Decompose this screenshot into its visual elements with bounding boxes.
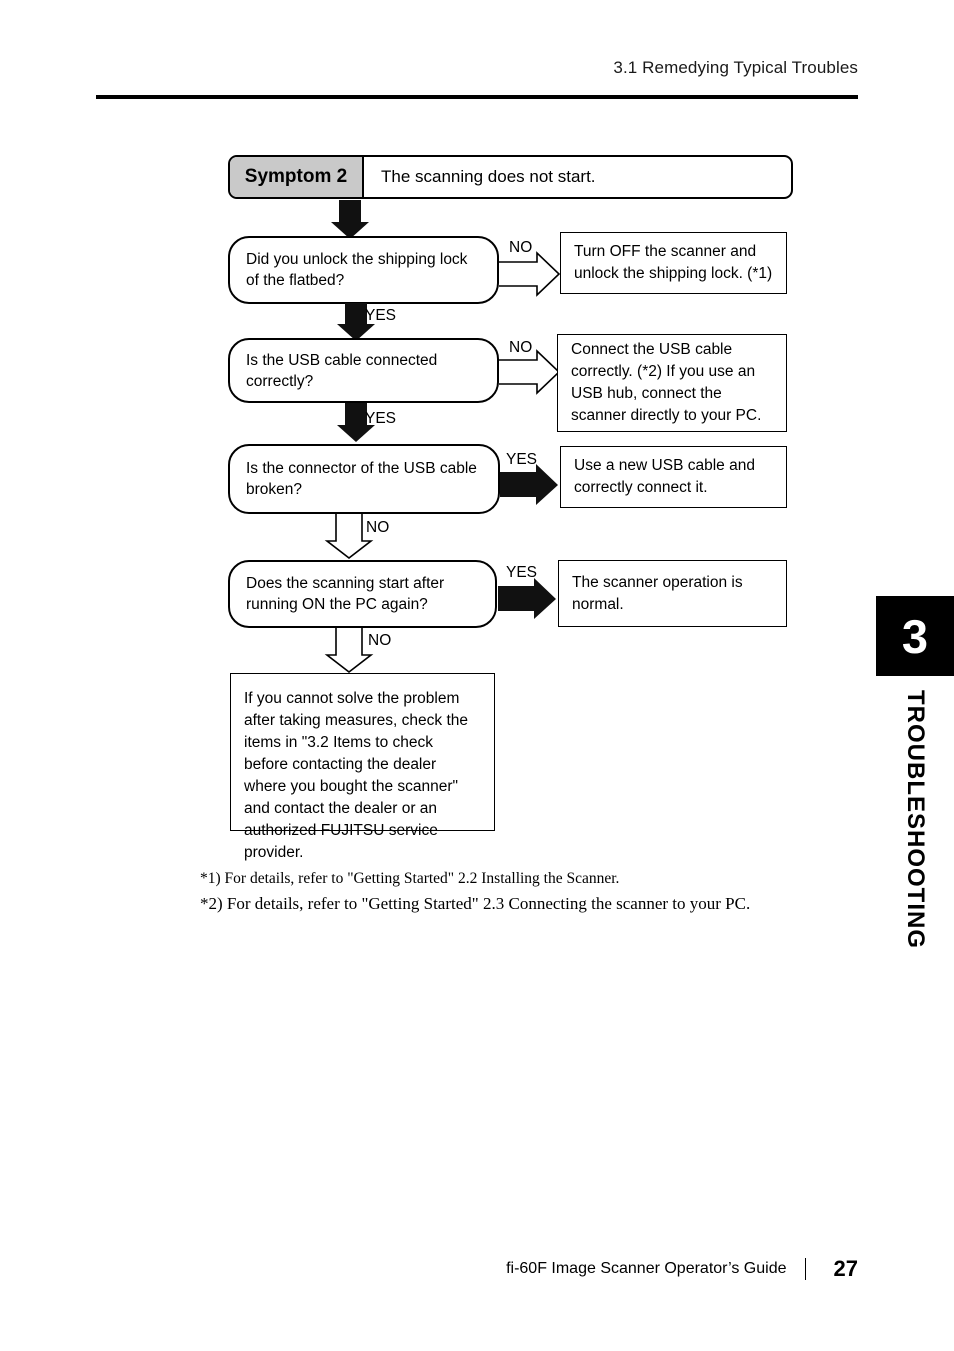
chapter-tab-label-wrapper: TROUBLESHOOTING: [876, 690, 954, 990]
chapter-tab-label: TROUBLESHOOTING: [902, 690, 929, 949]
final-note-text: If you cannot solve the problem after ta…: [244, 690, 469, 861]
footer-page-number: 27: [833, 1256, 858, 1281]
flow-branch-label-4-side: YES: [506, 564, 538, 581]
symptom-banner: Symptom 2 The scanning does not start.: [228, 155, 793, 199]
symptom-banner-label: Symptom 2: [230, 157, 364, 197]
flow-branch-label-1-down: YES: [365, 307, 397, 324]
decision-box-1-question: Did you unlock the shipping lock of the …: [246, 251, 468, 289]
decision-box-3-question: Is the connector of the USB cable broken…: [246, 460, 477, 498]
decision-box-2: Is the USB cable connected correctly?: [228, 338, 499, 403]
flow-branch-label-3-side: YES: [506, 451, 538, 468]
symptom-banner-text: The scanning does not start.: [381, 167, 596, 186]
footer-separator: [804, 1258, 806, 1280]
decision-box-3: Is the connector of the USB cable broken…: [228, 444, 500, 514]
flow-branch-label-2-down: YES: [365, 410, 397, 427]
page-footer: fi-60F Image Scanner Operator’s Guide 27: [96, 1256, 858, 1282]
result-box-1: Turn OFF the scanner and unlock the ship…: [560, 232, 793, 300]
flow-branch-label-1-side: NO: [509, 239, 533, 256]
result-box-3-text: Use a new USB cable and correctly connec…: [574, 457, 755, 496]
flow-branch-label-3-down: NO: [366, 519, 390, 536]
result-box-2: Connect the USB cable correctly. (*2) If…: [557, 334, 793, 438]
flow-arrow-right-solid-3: [500, 464, 560, 506]
decision-box-1: Did you unlock the shipping lock of the …: [228, 236, 499, 304]
result-box-4-text: The scanner operation is normal.: [572, 573, 743, 613]
footnotes: *1) For details, refer to "Getting Start…: [200, 866, 880, 916]
result-box-2-text: Connect the USB cable correctly. (*2) If…: [571, 341, 762, 424]
flow-arrow-right-solid-4: [498, 578, 558, 620]
final-note-box: If you cannot solve the problem after ta…: [230, 673, 501, 861]
decision-box-4: Does the scanning start after running ON…: [228, 560, 497, 628]
footnote-1: *1) For details, refer to "Getting Start…: [200, 870, 620, 887]
decision-box-4-question: Does the scanning start after running ON…: [246, 575, 445, 613]
footer-guide-title: fi-60F Image Scanner Operator’s Guide: [506, 1260, 787, 1277]
result-box-3: Use a new USB cable and correctly connec…: [560, 446, 793, 514]
result-box-4: The scanner operation is normal.: [558, 560, 793, 633]
chapter-tab-number: 3: [901, 609, 929, 663]
decision-box-2-question: Is the USB cable connected correctly?: [246, 351, 438, 390]
footnote-2: *2) For details, refer to "Getting Start…: [200, 894, 751, 913]
flow-arrow-down-solid-0: [331, 200, 369, 239]
flow-arrow-down-hollow-3: [324, 513, 374, 559]
flow-branch-label-4-down: NO: [368, 632, 392, 649]
flow-branch-label-2-side: NO: [509, 339, 533, 356]
flow-arrow-down-hollow-4: [324, 627, 374, 673]
flow-arrow-right-hollow-1: [499, 250, 561, 298]
result-box-1-text: Turn OFF the scanner and unlock the ship…: [574, 243, 773, 282]
chapter-tab-marker: 3: [876, 596, 954, 676]
troubleshooting-flowchart: Symptom 2 The scanning does not start. D…: [0, 0, 954, 1351]
